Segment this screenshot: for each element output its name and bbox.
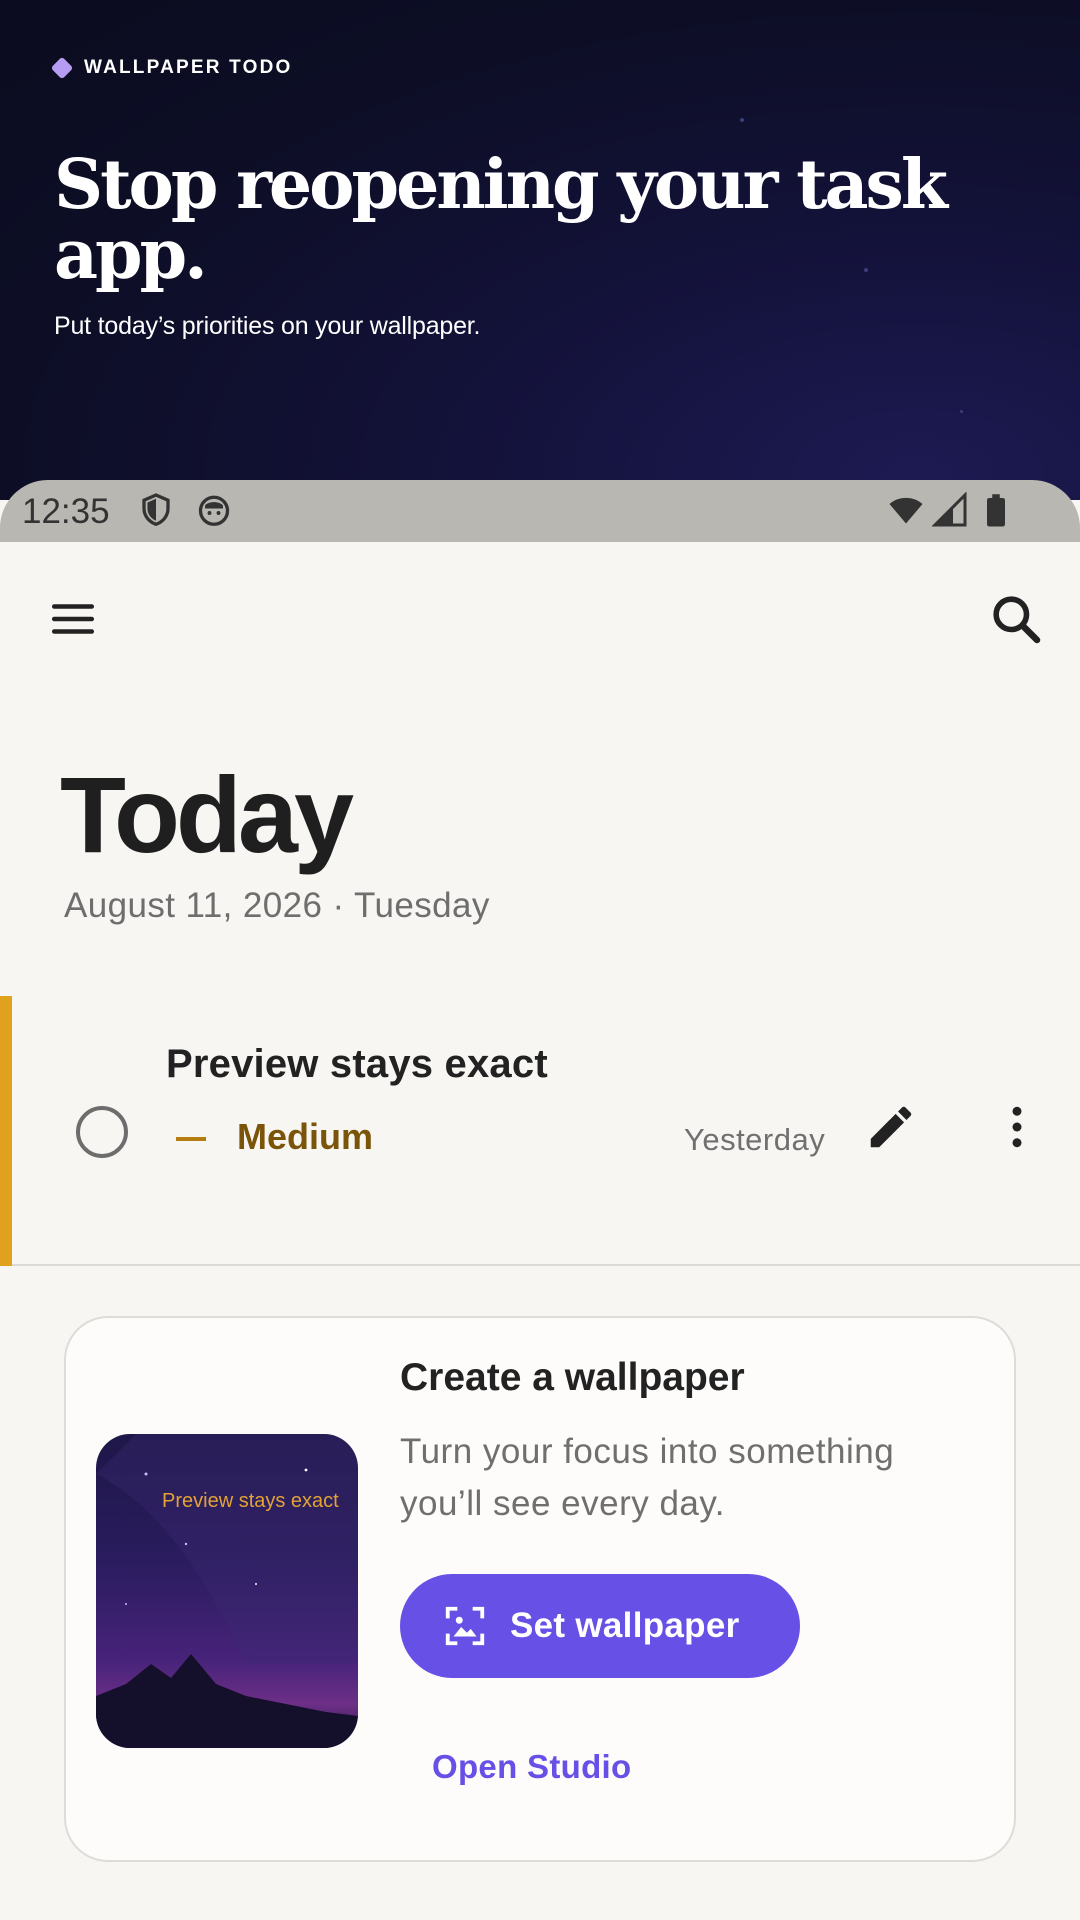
hero-kicker: WALLPAPER TODO xyxy=(50,56,293,80)
set-wallpaper-button[interactable]: Set wallpaper xyxy=(400,1574,800,1678)
task-title: Preview stays exact xyxy=(166,1042,548,1086)
pencil-icon xyxy=(870,1106,912,1148)
wallpaper-preview-thumbnail[interactable]: Preview stays exact xyxy=(96,1434,358,1748)
hero-banner: WALLPAPER TODO Stop reopening your task … xyxy=(0,0,1080,500)
card-title: Create a wallpaper xyxy=(400,1356,745,1399)
hero-kicker-label: WALLPAPER TODO xyxy=(84,57,293,78)
hero-subtitle: Put today’s priorities on your wallpaper… xyxy=(54,312,481,340)
page-date: August 11, 2026 · Tuesday xyxy=(64,886,490,925)
more-vert-icon xyxy=(1012,1106,1022,1148)
hero-title: Stop reopening your task app. xyxy=(54,145,948,295)
status-time: 12:35 xyxy=(22,492,110,531)
night-sky-mountains-image xyxy=(96,1434,358,1748)
search-button[interactable] xyxy=(984,587,1048,651)
edit-task-button[interactable] xyxy=(858,1094,924,1160)
star xyxy=(960,410,963,413)
more-options-button[interactable] xyxy=(984,1094,1050,1160)
task-row[interactable]: Preview stays exact Medium Yesterday xyxy=(0,996,1080,1266)
wallpaper-icon xyxy=(445,1606,485,1646)
task-due-date: Yesterday xyxy=(684,1122,826,1157)
page-title: Today xyxy=(60,754,354,875)
priority-dash-icon xyxy=(176,1137,206,1141)
signal-icon xyxy=(932,492,967,527)
search-icon xyxy=(993,596,1041,644)
wifi-icon xyxy=(889,497,923,524)
status-bar: 12:35 xyxy=(0,480,1080,542)
wallpaper-card: Preview stays exact Create a wallpaper T… xyxy=(64,1316,1016,1862)
open-studio-button[interactable]: Open Studio xyxy=(432,1748,631,1786)
set-wallpaper-label: Set wallpaper xyxy=(510,1606,740,1645)
menu-button[interactable] xyxy=(41,587,105,651)
battery-icon xyxy=(987,494,1005,527)
priority-accent-bar xyxy=(0,996,12,1266)
cat-face-icon xyxy=(198,495,230,526)
app-screen: Today August 11, 2026 · Tuesday Preview … xyxy=(0,542,1080,1920)
wallpaper-preview-text: Preview stays exact xyxy=(162,1490,339,1512)
star xyxy=(740,118,744,122)
card-description: Turn your focus into something you’ll se… xyxy=(400,1432,895,1523)
shield-icon xyxy=(142,493,170,526)
priority-label: Medium xyxy=(237,1116,374,1157)
diamond-icon xyxy=(50,56,74,80)
menu-icon xyxy=(51,604,95,634)
task-checkbox[interactable] xyxy=(76,1106,128,1158)
